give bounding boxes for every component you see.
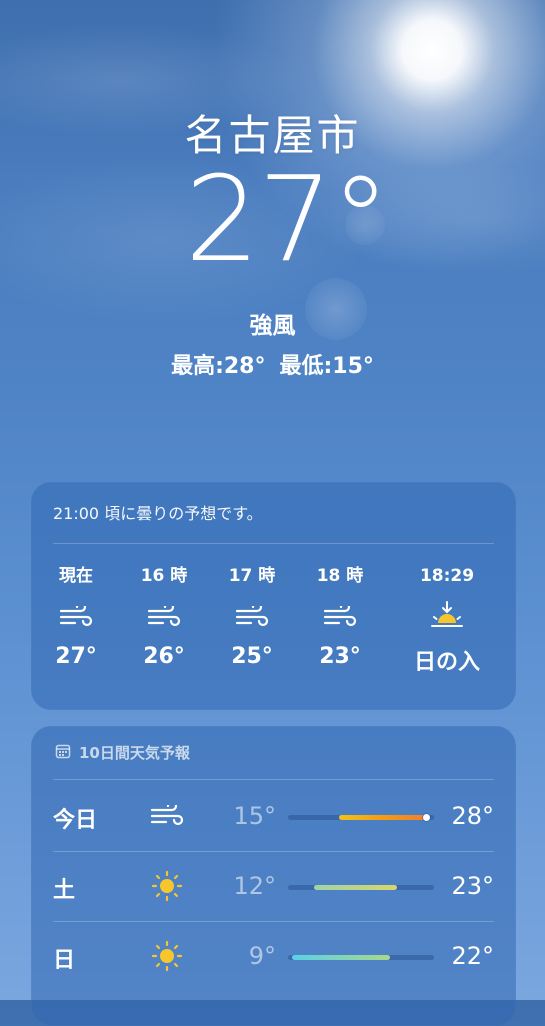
day-row[interactable]: 今日 15° 28° [31,782,516,852]
day-name: 日 [53,948,76,973]
day-row[interactable]: 日 9° 22° [31,922,516,992]
low-temperature: 15° [233,802,276,830]
ten-day-forecast-card[interactable]: 10日間天気予報 今日 15° 28° 土 12° 23° 日 9° 22° [31,726,516,1026]
hour-label: 18 時 [316,566,364,586]
ten-day-title: 10日間天気予報 [55,742,190,763]
hour-temperature: 26° [143,644,185,669]
hour-temperature: 日の入 [413,650,480,675]
high-temperature: 22° [451,942,494,970]
wind-icon [31,600,121,634]
hourly-item: 16 時 26° [119,564,209,669]
sun-icon [147,938,187,974]
temperature-range-bar [288,885,434,890]
hourly-forecast-card[interactable]: 21:00 頃に曇りの予想です。 現在 27° 16 時 26° 17 時 25… [31,482,516,710]
temperature-range-bar [288,955,434,960]
hour-label: 現在 [59,566,93,586]
divider [53,543,494,544]
high-temperature: 最高:28° [171,354,266,379]
sunset-icon [401,600,493,634]
weather-condition: 強風 [249,313,296,339]
day-name: 今日 [53,808,98,833]
divider [53,779,494,780]
current-temperature: 27° [184,150,390,288]
high-temperature: 23° [451,872,494,900]
hourly-item: 18 時 23° [295,564,385,669]
high-low-temperatures: 最高:28° 最低:15° [0,348,545,380]
hour-temperature: 27° [55,644,97,669]
hourly-item: 現在 27° [31,564,121,669]
hour-label: 16 時 [140,566,188,586]
temperature-range-fill [292,955,391,960]
wind-icon [119,600,209,634]
temperature-range-fill [339,815,427,820]
calendar-icon [55,743,71,763]
sun-icon [147,868,187,904]
hourly-item: 18:29 日の入 [401,564,493,676]
wind-icon [207,600,297,634]
high-temperature: 28° [451,802,494,830]
low-temperature: 最低:15° [279,354,374,379]
hour-temperature: 25° [231,644,273,669]
hourly-item: 17 時 25° [207,564,297,669]
temperature-range-fill [314,885,398,890]
ten-day-title-label: 10日間天気予報 [79,744,190,762]
low-temperature: 9° [248,942,276,970]
hour-label: 17 時 [228,566,276,586]
forecast-summary: 21:00 頃に曇りの予想です。 [53,504,263,523]
hour-temperature: 23° [319,644,361,669]
temperature-range-bar [288,814,434,821]
day-row[interactable]: 土 12° 23° [31,852,516,922]
hour-label: 18:29 [419,566,475,586]
wind-icon [295,600,385,634]
day-name: 土 [53,878,76,903]
current-temperature-marker [422,814,430,821]
low-temperature: 12° [233,872,276,900]
wind-icon [147,798,187,834]
